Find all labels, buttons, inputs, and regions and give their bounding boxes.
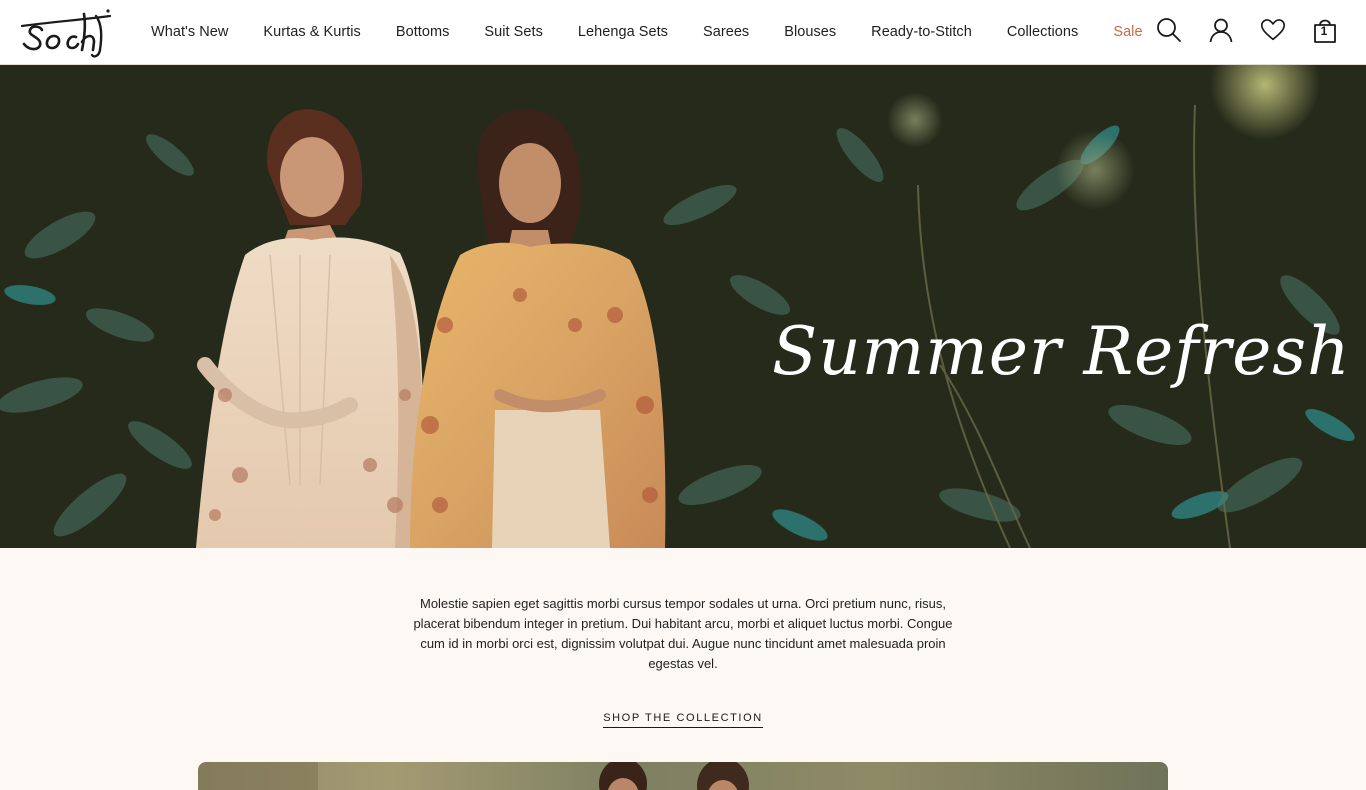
- cart-icon[interactable]: 1: [1312, 16, 1338, 44]
- nav-collections[interactable]: Collections: [1007, 24, 1078, 40]
- soch-logo-icon: [20, 9, 112, 58]
- hero-image: [0, 65, 1366, 548]
- cart-count-badge: 1: [1320, 24, 1328, 38]
- account-icon[interactable]: [1208, 16, 1234, 44]
- brand-logo[interactable]: soch: [20, 6, 112, 58]
- nav-sale[interactable]: Sale: [1113, 24, 1142, 40]
- secondary-banner-image[interactable]: [198, 762, 1168, 790]
- nav-sarees[interactable]: Sarees: [703, 24, 749, 40]
- search-icon[interactable]: [1156, 16, 1182, 44]
- nav-blouses[interactable]: Blouses: [784, 24, 836, 40]
- nav-ready-to-stitch[interactable]: Ready-to-Stitch: [871, 24, 972, 40]
- nav-lehenga-sets[interactable]: Lehenga Sets: [578, 24, 668, 40]
- wishlist-icon[interactable]: [1260, 16, 1286, 44]
- nav-bottoms[interactable]: Bottoms: [396, 24, 450, 40]
- site-header: soch What's New Kurtas & Kurtis Bottoms …: [0, 0, 1366, 65]
- main-nav: What's New Kurtas & Kurtis Bottoms Suit …: [151, 0, 1143, 64]
- header-actions: 1: [1156, 16, 1338, 44]
- nav-suit-sets[interactable]: Suit Sets: [484, 24, 542, 40]
- secondary-banner-photo: [198, 762, 749, 790]
- cta-wrapper: SHOP THE COLLECTION: [0, 708, 1366, 728]
- nav-kurtas-kurtis[interactable]: Kurtas & Kurtis: [263, 24, 360, 40]
- nav-whats-new[interactable]: What's New: [151, 24, 228, 40]
- collection-description: Molestie sapien eget sagittis morbi curs…: [413, 596, 953, 671]
- shop-collection-link[interactable]: SHOP THE COLLECTION: [603, 712, 763, 728]
- hero-banner[interactable]: Summer Refresh: [0, 65, 1366, 548]
- hero-title: Summer Refresh: [772, 313, 1351, 390]
